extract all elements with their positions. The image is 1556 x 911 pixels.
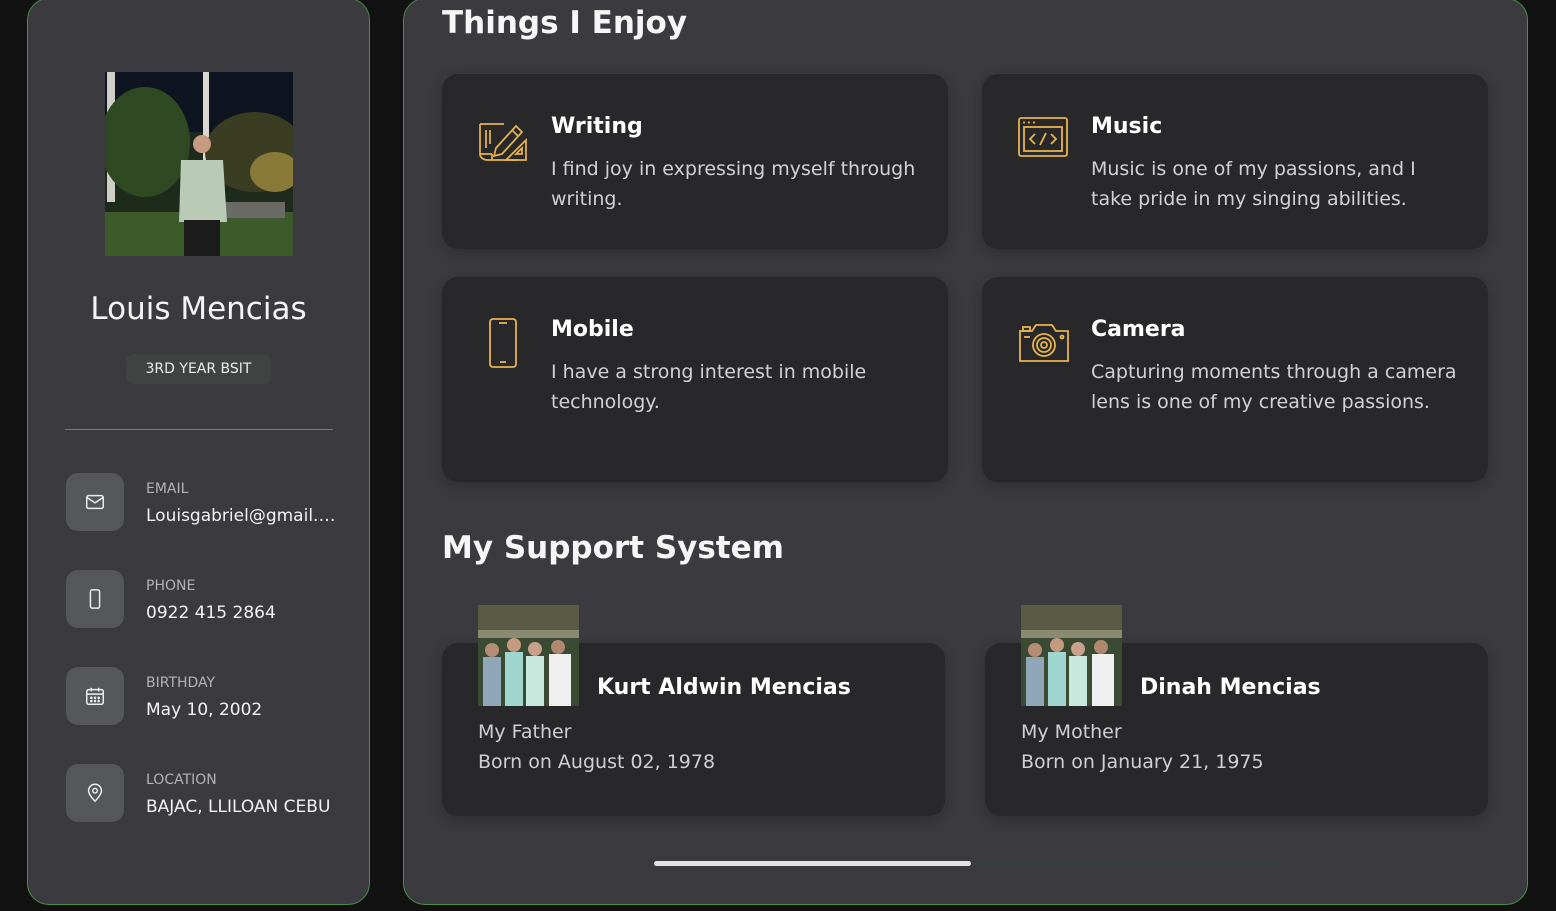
enjoy-text-music: Music is one of my passions, and I take …	[1091, 158, 1416, 210]
contact-value-location: BAJAC, LLILOAN CEBU	[146, 797, 331, 817]
person-role-mother: My Mother	[1021, 721, 1122, 743]
contact-location: LOCATION BAJAC, LLILOAN CEBU	[66, 764, 356, 824]
mail-icon	[66, 473, 124, 531]
enjoy-text-camera: Capturing moments through a camera lens …	[1091, 361, 1457, 413]
person-photo-father	[478, 605, 579, 706]
enjoy-title-mobile: Mobile	[551, 317, 634, 342]
person-role-father: My Father	[478, 721, 572, 743]
smartphone-icon	[478, 317, 530, 369]
person-photo-mother	[1021, 605, 1122, 706]
profile-sidebar: Louis Mencias 3RD YEAR BSIT EMAIL Louisg…	[27, 0, 370, 905]
horizontal-scrollbar[interactable]	[654, 861, 1279, 866]
enjoy-card-mobile: Mobile I have a strong interest in mobil…	[442, 277, 948, 482]
profile-title-badge: 3RD YEAR BSIT	[125, 354, 272, 384]
contact-label-phone: PHONE	[146, 578, 196, 594]
location-pin-icon	[66, 764, 124, 822]
camera-icon	[1018, 317, 1070, 369]
contact-email: EMAIL Louisgabriel@gmail.com	[66, 473, 356, 533]
section-title-support: My Support System	[442, 530, 784, 566]
enjoy-card-writing: Writing I find joy in expressing myself …	[442, 74, 948, 249]
profile-avatar	[105, 72, 293, 256]
person-name-mother: Dinah Mencias	[1140, 675, 1321, 700]
enjoy-title-music: Music	[1091, 114, 1163, 139]
enjoy-text-writing: I find joy in expressing myself through …	[551, 158, 916, 210]
profile-name: Louis Mencias	[90, 291, 307, 327]
main-panel: Things I Enjoy Writing I find joy in exp…	[403, 0, 1528, 905]
design-pencil-icon	[478, 114, 530, 166]
enjoy-title-camera: Camera	[1091, 317, 1186, 342]
enjoy-title-writing: Writing	[551, 114, 643, 139]
contact-birthday: BIRTHDAY May 10, 2002	[66, 667, 356, 727]
code-window-icon	[1018, 114, 1070, 166]
support-card-father: Kurt Aldwin Mencias My Father Born on Au…	[442, 605, 945, 816]
enjoy-text-mobile: I have a strong interest in mobile techn…	[551, 361, 867, 413]
contact-phone: PHONE 0922 415 2864	[66, 570, 356, 630]
person-born-mother: Born on January 21, 1975	[1021, 751, 1264, 773]
contact-value-email[interactable]: Louisgabriel@gmail.com	[146, 506, 336, 526]
contact-label-location: LOCATION	[146, 772, 217, 788]
support-card-mother: Dinah Mencias My Mother Born on January …	[985, 605, 1488, 816]
contact-value-birthday: May 10, 2002	[146, 700, 263, 720]
section-title-enjoy: Things I Enjoy	[442, 5, 688, 41]
person-born-father: Born on August 02, 1978	[478, 751, 716, 773]
contact-label-email: EMAIL	[146, 481, 189, 497]
person-name-father: Kurt Aldwin Mencias	[597, 675, 851, 700]
scrollbar-thumb[interactable]	[654, 861, 971, 866]
contact-value-phone[interactable]: 0922 415 2864	[146, 603, 336, 623]
enjoy-card-camera: Camera Capturing moments through a camer…	[982, 277, 1488, 482]
phone-icon	[66, 570, 124, 628]
sidebar-divider	[65, 429, 333, 430]
calendar-icon	[66, 667, 124, 725]
enjoy-card-music: Music Music is one of my passions, and I…	[982, 74, 1488, 249]
contact-label-birthday: BIRTHDAY	[146, 675, 216, 691]
